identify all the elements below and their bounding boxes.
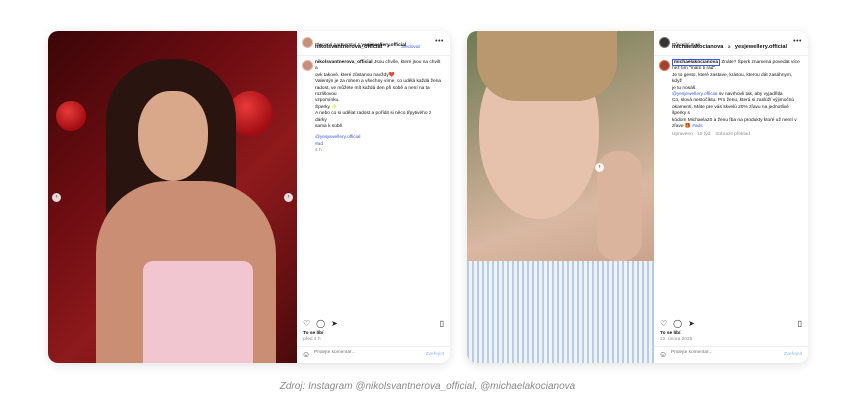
post-comment-button[interactable]: Zveřejnit: [426, 352, 444, 358]
avatar[interactable]: [659, 60, 670, 71]
comment-icon[interactable]: ◯: [316, 319, 325, 328]
coauthor-link[interactable]: yesjewellery.official: [735, 44, 787, 50]
emoji-icon[interactable]: ☺: [659, 350, 667, 359]
caption-line: A nebo co si udělat radost a pořídit si …: [315, 111, 432, 123]
heart-balloon-decoration: [56, 101, 86, 131]
mention-link[interactable]: @yesjewellery.official: [672, 92, 717, 97]
avatar[interactable]: [302, 60, 313, 71]
hashtag-link[interactable]: #ads: [692, 124, 702, 129]
post-side-panel: nikolsvantnerova_official ✔ · Sledovat P…: [297, 31, 450, 363]
audio-label[interactable]: Původní zvuk: [672, 43, 701, 49]
heart-icon[interactable]: ♡: [660, 319, 667, 328]
post-photo-nikol[interactable]: ‹ ›: [48, 31, 297, 363]
instagram-post-nikol: ‹ › nikolsvantnerova_official ✔ · Sledov…: [48, 31, 450, 363]
avatar[interactable]: [659, 37, 670, 48]
caption-line: sv navrhovli tak, aby vyjadřitla: [718, 92, 783, 98]
partnership-label: Placené partnerství s: [315, 43, 361, 48]
heart-icon[interactable]: ♡: [303, 319, 310, 328]
bookmark-icon[interactable]: ▯: [798, 319, 802, 328]
caption-line: zľave 🎁: [672, 124, 691, 130]
bookmark-icon[interactable]: ▯: [440, 319, 444, 328]
comment-icon[interactable]: ◯: [673, 319, 682, 328]
chevron-right-icon[interactable]: ›: [595, 163, 604, 172]
comment-input[interactable]: [314, 350, 414, 357]
caption-line: Je to gesto, které zastave, krásou, kter…: [672, 72, 793, 85]
caption-line: Co, slová nestočíktu. Pro ženu, která si…: [672, 98, 795, 104]
chevron-right-icon[interactable]: ›: [284, 193, 293, 202]
share-icon[interactable]: ➤: [688, 319, 695, 328]
chevron-left-icon[interactable]: ‹: [52, 193, 61, 202]
post-comment-button[interactable]: Zveřejnit: [784, 352, 802, 358]
caption-line: radost, ve můžete mít každá den při sobě…: [315, 85, 430, 98]
instagram-post-michaela: › michaelakocianova a yesjewellery.offic…: [467, 31, 808, 363]
post-side-panel: michaelakocianova a yesjewellery.officia…: [654, 31, 808, 363]
post-photo-michaela[interactable]: ›: [467, 31, 654, 363]
partner-link[interactable]: yesjewellery.official: [361, 43, 406, 48]
share-icon[interactable]: ➤: [331, 319, 338, 328]
translate-link[interactable]: Zobrazit překlad: [715, 132, 749, 137]
more-icon[interactable]: •••: [793, 38, 802, 45]
emoji-icon[interactable]: ☺: [302, 350, 310, 359]
action-icons: ♡ ◯ ➤: [303, 319, 338, 328]
post-date: před 4 h: [303, 337, 321, 343]
post-age: 4 h: [315, 148, 322, 154]
woman-face: [138, 91, 208, 181]
comment-input[interactable]: [671, 350, 771, 357]
caption-line: Valentýn je za rohem a všechny víme, co …: [315, 79, 442, 85]
avatar[interactable]: [302, 37, 313, 48]
caption-line: okamenti. Máte pre vás skvelú 20% zľavu …: [672, 104, 789, 117]
coauthor-joiner: a: [727, 45, 731, 50]
post-age: Upraveno · 10 týd.: [672, 132, 712, 138]
woman-hair: [477, 31, 617, 101]
comment-bar: ☺ Zveřejnit: [297, 346, 450, 363]
post-header: nikolsvantnerova_official ✔ · Sledovat P…: [297, 31, 450, 56]
striped-shirt: [467, 261, 654, 363]
comment-bar: ☺ Zveřejnit: [654, 346, 808, 363]
action-icons: ♡ ◯ ➤: [660, 319, 695, 328]
caption-username[interactable]: michaelakocianova: [672, 59, 720, 66]
caption-line: Znáte? Šperk znamená povedat více: [721, 60, 800, 65]
post-header: michaelakocianova a yesjewellery.officia…: [654, 31, 808, 56]
post-date: 22. února 2025: [660, 337, 693, 343]
more-icon[interactable]: •••: [435, 38, 444, 45]
source-caption: Zdroj: Instagram @nikolsvantnerova_offic…: [279, 381, 576, 392]
pink-dress: [143, 261, 253, 363]
caption-username[interactable]: nikolsvantnerova_official: [315, 60, 373, 65]
